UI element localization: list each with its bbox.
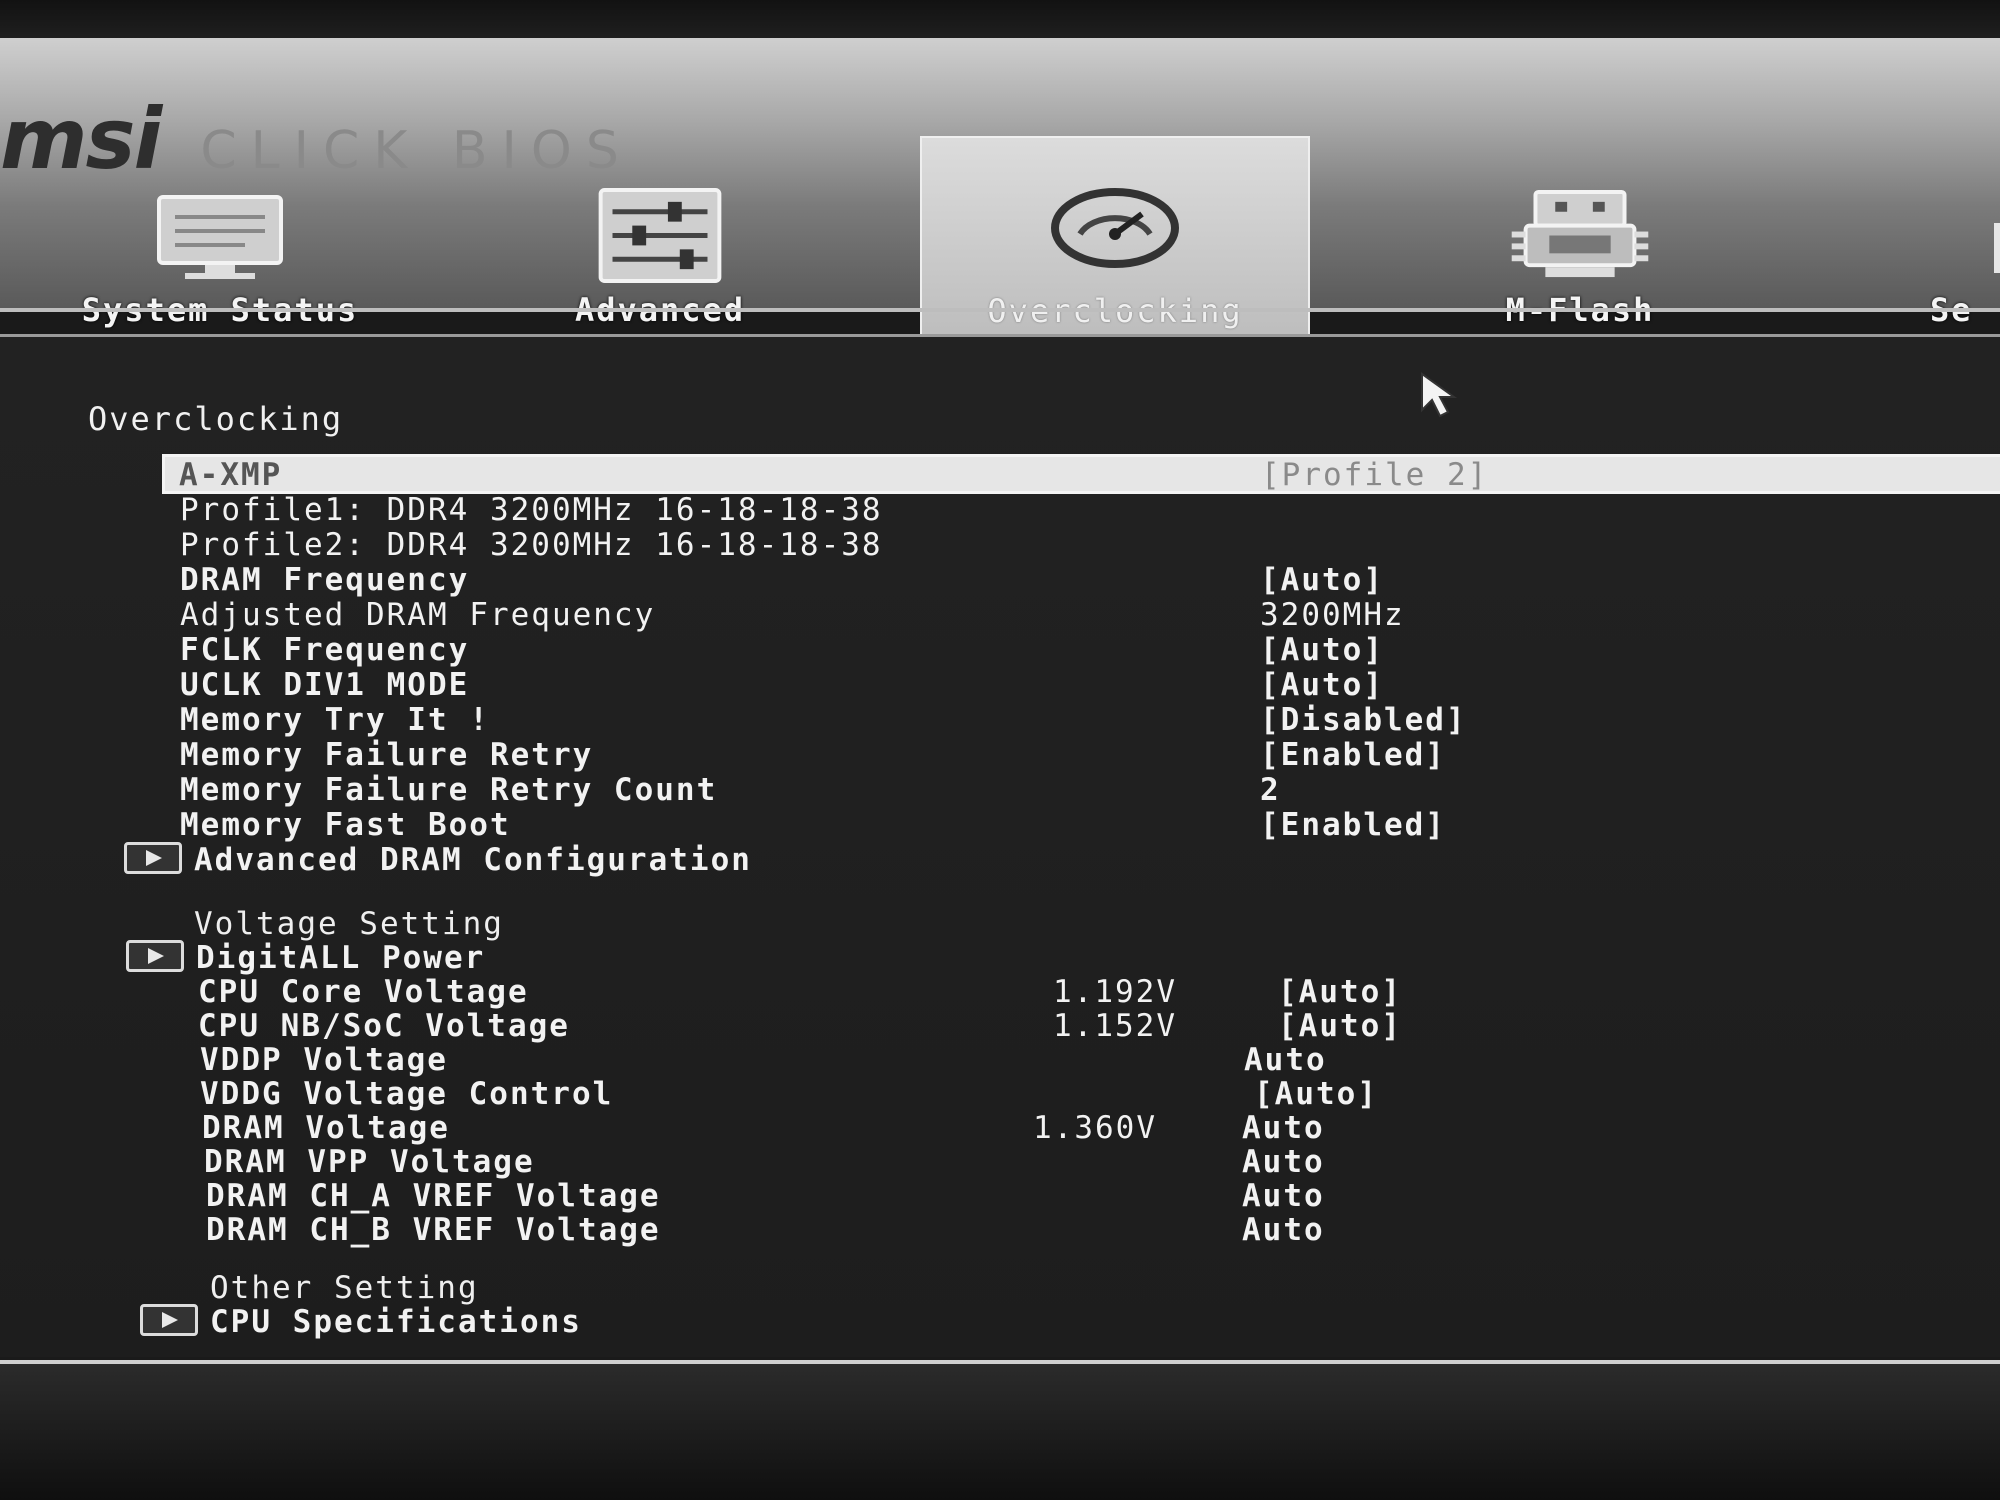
setting-value: Auto xyxy=(1242,1144,1325,1180)
setting-label: Memory Failure Retry xyxy=(180,737,594,773)
setting-label: VDDG Voltage Control xyxy=(200,1076,614,1112)
setting-value: Auto xyxy=(1242,1178,1325,1214)
submenu-arrow-icon xyxy=(140,1304,198,1336)
setting-a-xmp[interactable]: A-XMP [Profile 2] xyxy=(162,454,2000,494)
setting-value: [Auto] xyxy=(1278,1008,1402,1044)
monitor-bezel-bottom xyxy=(0,1364,2000,1500)
setting-memory-failure-retry-count[interactable]: Memory Failure Retry Count 2 xyxy=(180,772,2000,808)
setting-adjusted-dram-frequency: Adjusted DRAM Frequency 3200MHz xyxy=(180,597,2000,633)
tab-advanced[interactable]: Advanced xyxy=(520,188,800,343)
setting-value: [Auto] xyxy=(1254,1076,1378,1112)
setting-value: 2 xyxy=(1260,772,1281,808)
setting-memory-failure-retry[interactable]: Memory Failure Retry [Enabled] xyxy=(180,737,2000,773)
monitor-icon xyxy=(157,195,283,279)
info-text: Profile1: DDR4 3200MHz 16-18-18-38 xyxy=(180,492,883,528)
setting-dram-ch-a-vref-voltage[interactable]: DRAM CH_A VREF Voltage Auto xyxy=(206,1178,2000,1214)
xmp-profile2-info: Profile2: DDR4 3200MHz 16-18-18-38 xyxy=(180,527,2000,563)
setting-cpu-nb-soc-voltage[interactable]: CPU NB/SoC Voltage 1.152V [Auto] xyxy=(198,1008,2000,1044)
page-title: Overclocking xyxy=(88,400,344,438)
tab-settings[interactable]: Se xyxy=(1930,188,2000,343)
tab-m-flash[interactable]: M-Flash xyxy=(1440,188,1720,343)
setting-label: Advanced DRAM Configuration xyxy=(194,842,752,878)
submenu-arrow-icon xyxy=(124,842,182,874)
setting-value: [Enabled] xyxy=(1260,737,1446,773)
setting-memory-try-it[interactable]: Memory Try It ! [Disabled] xyxy=(180,702,2000,738)
setting-value: [Auto] xyxy=(1260,667,1384,703)
setting-label: UCLK DIV1 MODE xyxy=(180,667,470,703)
header-divider xyxy=(0,308,2000,312)
tab-overclocking[interactable]: Overclocking xyxy=(920,136,1310,346)
bios-chip-icon xyxy=(1511,189,1649,278)
tab-system-status[interactable]: System Status xyxy=(40,188,400,343)
setting-vddg-voltage-control[interactable]: VDDG Voltage Control [Auto] xyxy=(200,1076,2000,1112)
voltage-reading: 1.192V xyxy=(1053,974,1177,1010)
settings-icon xyxy=(1994,223,2000,273)
submenu-cpu-specifications[interactable]: CPU Specifications xyxy=(140,1304,2000,1340)
product-name: CLICK BIOS xyxy=(200,121,633,181)
logo: msi CLICK BIOS xyxy=(0,90,633,188)
mouse-pointer-icon xyxy=(1421,372,1458,418)
setting-label: CPU Core Voltage xyxy=(198,974,529,1010)
setting-value: [Disabled] xyxy=(1260,702,1467,738)
setting-dram-vpp-voltage[interactable]: DRAM VPP Voltage Auto xyxy=(204,1144,2000,1180)
setting-vddp-voltage[interactable]: VDDP Voltage Auto xyxy=(200,1042,2000,1078)
setting-label: Memory Failure Retry Count xyxy=(180,772,718,808)
setting-label: A-XMP xyxy=(179,457,283,493)
voltage-reading: 1.152V xyxy=(1053,1008,1177,1044)
submenu-digitall-power[interactable]: DigitALL Power xyxy=(126,940,2000,976)
setting-value: [Profile 2] xyxy=(1261,457,1489,493)
other-setting-heading: Other Setting xyxy=(210,1270,479,1306)
setting-label: Memory Try It ! xyxy=(180,702,490,738)
setting-label: FCLK Frequency xyxy=(180,632,470,668)
setting-cpu-core-voltage[interactable]: CPU Core Voltage 1.192V [Auto] xyxy=(198,974,2000,1010)
setting-label: DRAM Voltage xyxy=(202,1110,450,1146)
setting-value: Auto xyxy=(1242,1110,1325,1146)
setting-label: Memory Fast Boot xyxy=(180,807,511,843)
setting-label: VDDP Voltage xyxy=(200,1042,448,1078)
voltage-setting-heading: Voltage Setting xyxy=(194,906,504,942)
setting-uclk-div1-mode[interactable]: UCLK DIV1 MODE [Auto] xyxy=(180,667,2000,703)
bios-header: msi CLICK BIOS System Status Advanced Ov… xyxy=(0,38,2000,346)
setting-value: 3200MHz xyxy=(1260,597,1405,633)
setting-value: [Auto] xyxy=(1278,974,1402,1010)
setting-label: DRAM Frequency xyxy=(180,562,470,598)
setting-dram-ch-b-vref-voltage[interactable]: DRAM CH_B VREF Voltage Auto xyxy=(206,1212,2000,1248)
submenu-advanced-dram-configuration[interactable]: Advanced DRAM Configuration xyxy=(124,842,2000,878)
setting-memory-fast-boot[interactable]: Memory Fast Boot [Enabled] xyxy=(180,807,2000,843)
setting-value: [Enabled] xyxy=(1260,807,1446,843)
setting-value: [Auto] xyxy=(1260,632,1384,668)
xmp-profile1-info: Profile1: DDR4 3200MHz 16-18-18-38 xyxy=(180,492,2000,528)
setting-dram-voltage[interactable]: DRAM Voltage 1.360V Auto xyxy=(202,1110,2000,1146)
setting-label: CPU Specifications xyxy=(210,1304,582,1340)
setting-label: DRAM CH_A VREF Voltage xyxy=(206,1178,661,1214)
brand-logo: msi xyxy=(0,90,162,188)
setting-label: DigitALL Power xyxy=(196,940,486,976)
sliders-icon xyxy=(598,188,722,283)
setting-value: Auto xyxy=(1244,1042,1327,1078)
speedometer-icon xyxy=(1051,188,1179,268)
setting-value: Auto xyxy=(1242,1212,1325,1248)
setting-label: Adjusted DRAM Frequency xyxy=(180,597,656,633)
voltage-reading: 1.360V xyxy=(1033,1110,1157,1146)
setting-fclk-frequency[interactable]: FCLK Frequency [Auto] xyxy=(180,632,2000,668)
setting-label: DRAM VPP Voltage xyxy=(204,1144,535,1180)
setting-label: CPU NB/SoC Voltage xyxy=(198,1008,570,1044)
submenu-arrow-icon xyxy=(126,940,184,972)
setting-dram-frequency[interactable]: DRAM Frequency [Auto] xyxy=(180,562,2000,598)
setting-value: [Auto] xyxy=(1260,562,1384,598)
setting-label: DRAM CH_B VREF Voltage xyxy=(206,1212,661,1248)
info-text: Profile2: DDR4 3200MHz 16-18-18-38 xyxy=(180,527,883,563)
